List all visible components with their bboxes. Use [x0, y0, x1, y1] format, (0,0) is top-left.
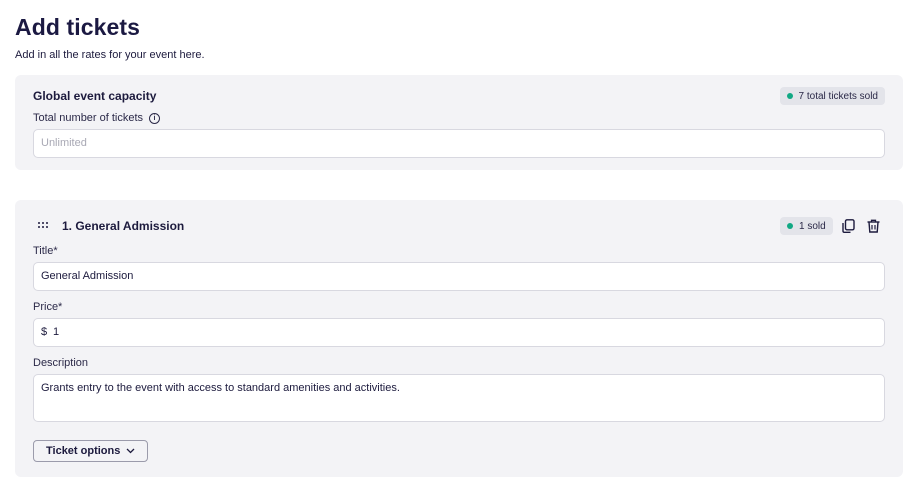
- price-input[interactable]: $ 1: [33, 318, 885, 347]
- total-sold-badge: 7 total tickets sold: [779, 87, 885, 105]
- status-dot-icon: [786, 93, 793, 99]
- total-tickets-label: Total number of tickets: [33, 112, 144, 124]
- currency-symbol: $: [41, 326, 48, 338]
- ticket-card: 1. General Admission 1 sold Title* Gener…: [15, 200, 903, 477]
- title-label: Title*: [33, 245, 58, 257]
- title-input[interactable]: General Admission: [33, 262, 885, 291]
- page-title: Add tickets: [15, 14, 141, 40]
- trash-icon[interactable]: [865, 218, 881, 234]
- ticket-sold-badge: 1 sold: [780, 217, 833, 235]
- info-icon[interactable]: i: [149, 113, 160, 124]
- drag-handle-icon[interactable]: [38, 222, 50, 229]
- ticket-options-label: Ticket options: [46, 445, 121, 457]
- page-subtitle: Add in all the rates for your event here…: [15, 49, 205, 61]
- ticket-options-button[interactable]: Ticket options: [33, 440, 149, 462]
- capacity-heading: Global event capacity: [33, 89, 157, 103]
- global-capacity-card: Global event capacity 7 total tickets so…: [15, 75, 903, 170]
- status-dot-icon: [787, 223, 793, 229]
- price-label: Price*: [33, 301, 63, 313]
- ticket-heading: 1. General Admission: [62, 219, 185, 233]
- description-label: Description: [33, 357, 89, 369]
- ticket-sold-text: 1 sold: [799, 220, 826, 232]
- total-sold-text: 7 total tickets sold: [798, 90, 878, 102]
- chevron-down-icon: [126, 448, 135, 454]
- copy-icon[interactable]: [840, 218, 856, 234]
- total-tickets-input[interactable]: Unlimited: [33, 129, 885, 158]
- description-textarea[interactable]: Grants entry to the event with access to…: [33, 374, 885, 422]
- price-value: 1: [53, 326, 60, 338]
